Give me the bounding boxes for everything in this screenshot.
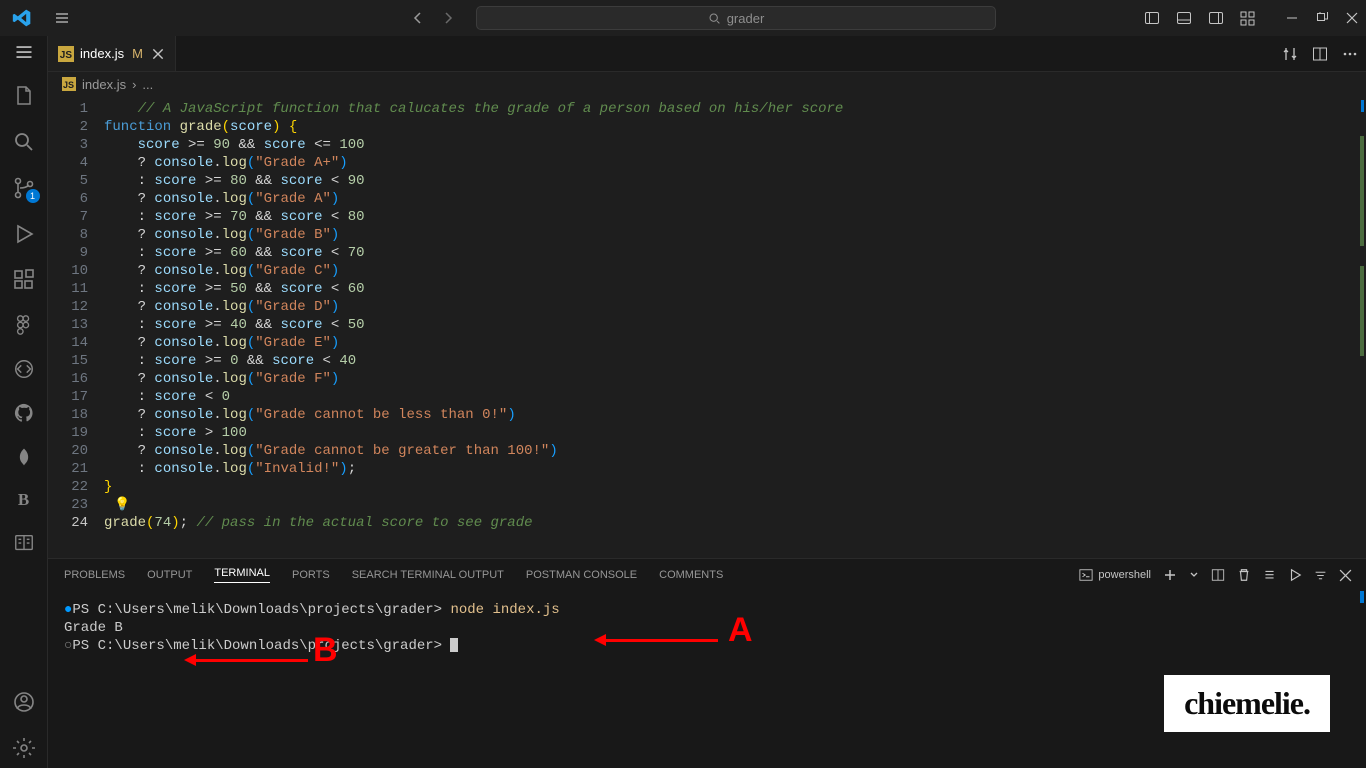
terminal-prompt: PS C:\Users\melik\Downloads\projects\gra… [72,638,450,654]
comments-tab[interactable]: COMMENTS [659,569,723,581]
accounts-icon[interactable] [12,690,36,714]
customize-layout-icon[interactable] [1240,10,1256,26]
terminal-split-chevron-icon[interactable] [1189,570,1199,580]
output-tab[interactable]: OUTPUT [147,569,192,581]
close-icon[interactable] [1346,12,1358,24]
search-icon [708,12,721,25]
search-icon[interactable] [12,130,36,154]
editor[interactable]: 123456789101112131415161718192021222324 … [48,96,1366,558]
modified-indicator: M [132,46,143,61]
compare-changes-icon[interactable] [1282,46,1298,62]
tab-close-icon[interactable] [151,47,165,61]
terminal-tab[interactable]: TERMINAL [214,567,270,583]
annotation-arrow-b [188,659,308,662]
vscode-icon [12,8,32,28]
ports-tab[interactable]: PORTS [292,569,330,581]
explorer-icon[interactable] [12,84,36,108]
editor-group: JS index.js M JS index.js › ... 12345678… [48,36,1366,768]
terminal-output: Grade B [64,619,1350,637]
js-file-icon: JS [58,46,74,62]
figma-icon[interactable] [13,314,35,336]
menu-collapsed-icon[interactable] [14,42,34,62]
run-debug-icon[interactable] [12,222,36,246]
split-terminal-icon[interactable] [1211,568,1225,582]
overview-ruler [1360,591,1364,603]
command-center[interactable]: grader [476,6,996,30]
js-file-icon: JS [62,77,76,91]
tab-label: index.js [80,46,124,61]
breadcrumb-rest: ... [142,77,153,92]
breadcrumb[interactable]: JS index.js › ... [48,72,1366,96]
annotation-label-b: B [313,641,338,659]
terminal-shell-icon[interactable]: powershell [1079,568,1151,582]
search-terminal-tab[interactable]: SEARCH TERMINAL OUTPUT [352,569,504,581]
maximize-icon[interactable] [1316,12,1328,24]
nav-forward-icon[interactable] [440,10,456,26]
tab-bar: JS index.js M [48,36,1366,72]
title-bar: grader [0,0,1366,36]
tab-indexjs[interactable]: JS index.js M [48,36,176,71]
search-text: grader [727,11,765,26]
more-icon[interactable] [1342,46,1358,62]
github-icon[interactable] [13,402,35,424]
terminal-shell-label: powershell [1098,569,1151,581]
terminal-panel: PROBLEMS OUTPUT TERMINAL PORTS SEARCH TE… [48,558,1366,768]
problems-tab[interactable]: PROBLEMS [64,569,125,581]
filter-icon[interactable] [1314,569,1327,582]
extensions-icon[interactable] [12,268,36,292]
overview-ruler [1361,100,1364,112]
mongodb-icon[interactable] [14,446,34,468]
annotation-arrow-a [598,639,718,642]
terminal-prompt: PS C:\Users\melik\Downloads\projects\gra… [72,602,450,618]
code-content[interactable]: // A JavaScript function that calucates … [104,96,843,558]
run-icon[interactable] [1288,568,1302,582]
panel-tabs: PROBLEMS OUTPUT TERMINAL PORTS SEARCH TE… [48,559,1366,591]
overview-ruler [1360,266,1364,356]
source-control-icon[interactable]: 1 [12,176,36,200]
terminal-command: node index.js [450,602,559,618]
new-terminal-icon[interactable] [1163,568,1177,582]
watermark: chiemelie. [1164,675,1330,732]
bold-icon[interactable]: B [18,490,29,510]
split-editor-icon[interactable] [1312,46,1328,62]
panel-close-icon[interactable] [1339,569,1352,582]
kill-terminal-icon[interactable] [1237,568,1251,582]
minimize-icon[interactable] [1286,12,1298,24]
terminal-cursor [450,638,458,652]
settings-icon[interactable] [12,736,36,760]
annotation-label-a: A [728,621,753,639]
postman-tab[interactable]: POSTMAN CONSOLE [526,569,637,581]
nav-back-icon[interactable] [410,10,426,26]
breadcrumb-file: index.js [82,77,126,92]
line-numbers: 123456789101112131415161718192021222324 [48,96,104,558]
layout-right-icon[interactable] [1208,10,1224,26]
layout-bottom-icon[interactable] [1176,10,1192,26]
app-logo [8,8,48,28]
scm-badge: 1 [26,189,40,203]
menu-icon[interactable] [54,10,70,26]
reading-icon[interactable] [13,532,35,554]
scroll-lock-icon[interactable] [1263,569,1276,582]
breadcrumb-sep: › [132,77,136,92]
codeium-icon[interactable] [13,358,35,380]
activity-bar: 1 B [0,36,48,768]
layout-left-icon[interactable] [1144,10,1160,26]
overview-ruler [1360,136,1364,246]
